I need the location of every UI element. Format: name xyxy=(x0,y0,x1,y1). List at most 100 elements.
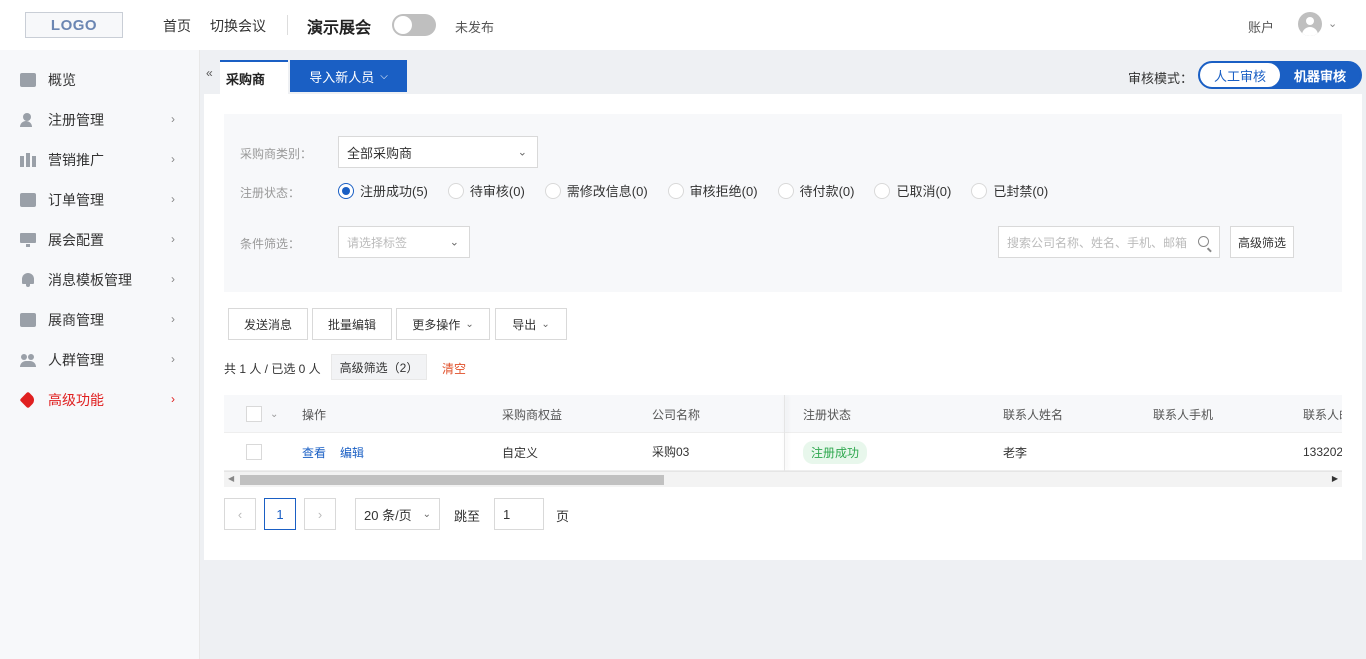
sidebar-item-label: 展商管理 xyxy=(48,312,104,328)
publish-toggle[interactable] xyxy=(392,14,436,36)
status-radio-rejected[interactable]: 审核拒绝(0) xyxy=(667,181,758,200)
scroll-left-icon[interactable]: ◀ xyxy=(228,474,234,483)
status-radio-success[interactable]: 注册成功(5) xyxy=(338,181,428,200)
sidebar-item-label: 高级功能 xyxy=(48,392,104,408)
radio-label: 需修改信息(0) xyxy=(566,184,648,199)
collapse-sidebar-icon[interactable]: « xyxy=(206,66,213,80)
sidebar-item-label: 营销推广 xyxy=(48,152,104,168)
chevron-down-icon: ⌵ xyxy=(380,70,388,82)
edit-link[interactable]: 编辑 xyxy=(340,444,364,461)
sidebar-item-registration[interactable]: 注册管理 › xyxy=(0,100,199,140)
search-placeholder: 搜索公司名称、姓名、手机、邮箱 xyxy=(1007,235,1188,250)
scroll-right-icon[interactable]: ▶ xyxy=(1332,474,1338,483)
search-input[interactable]: 搜索公司名称、姓名、手机、邮箱 xyxy=(998,226,1220,258)
export-label: 导出 xyxy=(512,317,537,332)
chevron-down-icon: ⌄ xyxy=(449,236,459,249)
sidebar-item-advanced[interactable]: 高级功能 › xyxy=(0,380,199,420)
sidebar-item-marketing[interactable]: 营销推广 › xyxy=(0,140,199,180)
radio-dot xyxy=(338,182,354,199)
column-header-contact-phone: 联系人手机 xyxy=(1153,407,1214,422)
sidebar-item-exhibition-config[interactable]: 展会配置 › xyxy=(0,220,199,260)
overview-icon xyxy=(20,73,36,87)
radio-dot xyxy=(777,182,794,199)
category-select[interactable]: 全部采购商 ⌄ xyxy=(338,136,538,168)
order-icon xyxy=(20,193,36,207)
column-header-status: 注册状态 xyxy=(803,407,852,422)
cell-status: 注册成功 xyxy=(803,433,868,471)
monitor-icon xyxy=(20,233,36,247)
review-manual-option[interactable]: 人工审核 xyxy=(1200,63,1280,87)
filter-panel: 采购商类别： 全部采购商 ⌄ 注册状态： 注册成功(5) 待审核(0) 需修改信… xyxy=(224,114,1342,292)
page-size-select[interactable]: 20 条/页 ⌄ xyxy=(355,498,440,530)
status-radio-needs-edit[interactable]: 需修改信息(0) xyxy=(544,181,648,200)
more-actions-button[interactable]: 更多操作 ⌄ xyxy=(396,308,490,340)
row-actions: 查看 编辑 xyxy=(302,433,378,471)
nav-switch-meeting-link[interactable]: 切换会议 xyxy=(210,16,266,36)
chevron-down-icon[interactable]: ⌄ xyxy=(1328,17,1337,30)
column-header-benefit: 采购商权益 xyxy=(502,407,563,422)
nav-home-link[interactable]: 首页 xyxy=(163,16,191,36)
chevron-right-icon: › xyxy=(171,112,175,126)
sidebar-item-orders[interactable]: 订单管理 › xyxy=(0,180,199,220)
radio-dot xyxy=(874,182,891,199)
next-page-button[interactable]: › xyxy=(304,498,336,530)
radio-dot xyxy=(447,182,464,199)
scrollbar-thumb[interactable] xyxy=(240,475,664,485)
status-radio-cancelled[interactable]: 已取消(0) xyxy=(874,181,951,200)
sidebar-item-audiences[interactable]: 人群管理 › xyxy=(0,340,199,380)
radio-label: 已取消(0) xyxy=(896,184,952,199)
selection-summary: 共 1 人 / 已选 0 人 xyxy=(224,362,321,376)
batch-edit-button[interactable]: 批量编辑 xyxy=(312,308,392,340)
status-badge: 注册成功 xyxy=(803,440,868,464)
advanced-filter-button[interactable]: 高级筛选 xyxy=(1230,226,1294,258)
prev-page-button[interactable]: ‹ xyxy=(224,498,256,530)
sidebar-item-message-templates[interactable]: 消息模板管理 › xyxy=(0,260,199,300)
condition-label: 条件筛选： xyxy=(240,237,301,251)
sidebar-item-label: 消息模板管理 xyxy=(48,272,132,288)
status-radio-pending[interactable]: 待审核(0) xyxy=(447,181,525,200)
content-card: 采购商类别： 全部采购商 ⌄ 注册状态： 注册成功(5) 待审核(0) 需修改信… xyxy=(204,94,1362,560)
review-mode-label: 审核模式： xyxy=(1128,71,1194,86)
search-icon[interactable] xyxy=(1198,236,1209,247)
sidebar-item-label: 概览 xyxy=(48,72,76,88)
clear-filters-link[interactable]: 清空 xyxy=(442,360,466,377)
radio-dot xyxy=(544,182,561,199)
store-icon xyxy=(20,313,36,327)
account-label[interactable]: 账户 xyxy=(1248,17,1274,36)
row-checkbox[interactable] xyxy=(246,433,262,471)
view-link[interactable]: 查看 xyxy=(302,444,326,461)
page-suffix: 页 xyxy=(556,509,570,524)
tab-buyers[interactable]: 采购商 xyxy=(220,60,288,94)
radio-label: 待审核(0) xyxy=(469,184,525,199)
status-radio-banned[interactable]: 已封禁(0) xyxy=(971,181,1048,200)
logo[interactable]: LOGO xyxy=(25,12,123,38)
fixed-column-divider xyxy=(784,395,785,471)
select-all-checkbox[interactable] xyxy=(246,395,262,433)
advanced-filter-tag[interactable]: 高级筛选（2） xyxy=(331,354,427,380)
status-radio-unpaid[interactable]: 待付款(0) xyxy=(777,181,855,200)
radio-label: 审核拒绝(0) xyxy=(689,184,758,199)
page-1-button[interactable]: 1 xyxy=(264,498,296,530)
sidebar-item-exhibitors[interactable]: 展商管理 › xyxy=(0,300,199,340)
column-header-company: 公司名称 xyxy=(652,407,701,422)
tag-select[interactable]: 请选择标签 ⌄ xyxy=(338,226,470,258)
sidebar-item-label: 订单管理 xyxy=(48,192,104,208)
jump-page-input[interactable] xyxy=(494,498,544,530)
horizontal-scrollbar[interactable]: ◀ ▶ xyxy=(224,471,1342,487)
table-header: ⌄ 操作 采购商权益 公司名称 注册状态 联系人姓名 联系人手机 联系人邮 xyxy=(224,395,1342,433)
export-button[interactable]: 导出 ⌄ xyxy=(495,308,567,340)
chevron-down-icon[interactable]: ⌄ xyxy=(270,395,278,433)
column-header-contact-email: 联系人邮 xyxy=(1303,407,1342,422)
more-actions-label: 更多操作 xyxy=(412,317,461,332)
send-message-button[interactable]: 发送消息 xyxy=(228,308,308,340)
review-machine-option[interactable]: 机器审核 xyxy=(1280,63,1360,87)
chevron-right-icon: › xyxy=(171,392,175,406)
nav-divider xyxy=(287,15,288,35)
radio-label: 待付款(0) xyxy=(799,184,855,199)
import-new-people-button[interactable]: 导入新人员 ⌵ xyxy=(290,60,407,92)
status-label: 注册状态： xyxy=(240,186,301,200)
avatar-icon[interactable] xyxy=(1298,12,1322,36)
group-icon xyxy=(20,153,36,167)
user-register-icon xyxy=(20,113,36,127)
sidebar-item-overview[interactable]: 概览 xyxy=(0,60,199,100)
